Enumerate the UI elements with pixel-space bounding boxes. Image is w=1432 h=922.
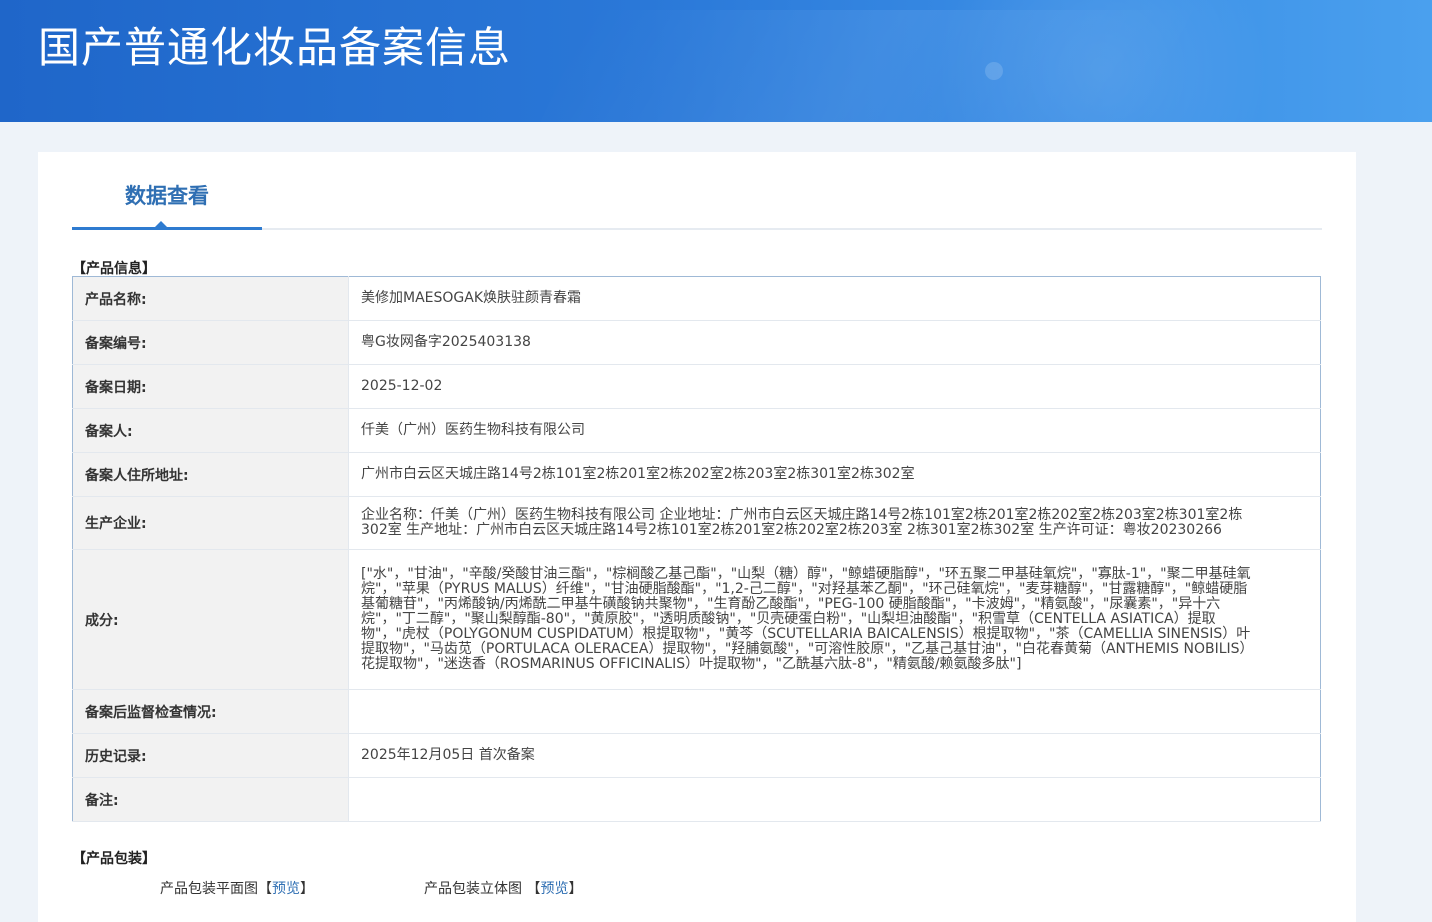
row-label: 成分:: [72, 549, 349, 690]
row-value-ingredients: ["水"，"甘油"，"辛酸/癸酸甘油三酯"，"棕榈酸乙基己酯"，"山梨（糖）醇"…: [348, 549, 1321, 690]
table-row: 备注:: [72, 777, 1321, 822]
row-label: 备案编号:: [72, 320, 349, 365]
product-info-section-title: 【产品信息】: [72, 261, 156, 277]
row-label: 备案日期:: [72, 364, 349, 409]
row-label: 备案人住所地址:: [72, 452, 349, 497]
row-label: 生产企业:: [72, 496, 349, 550]
flat-preview-link[interactable]: 预览: [272, 881, 300, 897]
tab-bar: 数据查看: [72, 152, 1322, 230]
header-banner: 国产普通化妆品备案信息: [0, 0, 1432, 122]
tab-caret-icon: [155, 221, 167, 227]
row-label: 备案后监督检查情况:: [72, 689, 349, 734]
tab-underline: [72, 227, 262, 230]
table-row: 备案日期: 2025-12-02: [72, 364, 1321, 409]
row-value-history: 2025年12月05日 首次备案: [348, 733, 1321, 778]
row-value-filer-address: 广州市白云区天城庄路14号2栋101室2栋201室2栋202室2栋203室2栋3…: [348, 452, 1321, 497]
table-row: 备案人: 仟美（广州）医药生物科技有限公司: [72, 408, 1321, 453]
page-title: 国产普通化妆品备案信息: [38, 23, 512, 72]
packaging-flat-item: 产品包装平面图【预览】: [160, 878, 314, 898]
banner-decoration: [527, 10, 1193, 122]
table-row: 备案人住所地址: 广州市白云区天城庄路14号2栋101室2栋201室2栋202室…: [72, 452, 1321, 497]
tab-label: 数据查看: [125, 184, 209, 208]
bracket-open: 【: [258, 881, 272, 897]
table-row: 生产企业: 企业名称：仟美（广州）医药生物科技有限公司 企业地址：广州市白云区天…: [72, 496, 1321, 550]
row-value-manufacturer: 企业名称：仟美（广州）医药生物科技有限公司 企业地址：广州市白云区天城庄路14号…: [348, 496, 1321, 550]
stereo-preview-link[interactable]: 预览: [540, 881, 568, 897]
row-label: 产品名称:: [72, 276, 349, 321]
table-row: 备案后监督检查情况:: [72, 689, 1321, 734]
row-value-filing-date: 2025-12-02: [348, 364, 1321, 409]
content-card: 数据查看 【产品信息】 产品名称: 美修加MAESOGAK焕肤驻颜青春霜 备案编…: [38, 152, 1356, 922]
packaging-stereo-item: 产品包装立体图 【预览】: [424, 878, 582, 898]
table-row: 备案编号: 粤G妆网备字2025403138: [72, 320, 1321, 365]
packaging-stereo-label: 产品包装立体图: [424, 881, 522, 897]
packaging-flat-label: 产品包装平面图: [160, 881, 258, 897]
table-row: 产品名称: 美修加MAESOGAK焕肤驻颜青春霜: [72, 276, 1321, 321]
packaging-section-title: 【产品包装】: [72, 851, 156, 867]
bracket-close: 】: [568, 881, 583, 897]
tab-data-view[interactable]: 数据查看: [72, 152, 262, 230]
row-value-product-name: 美修加MAESOGAK焕肤驻颜青春霜: [348, 276, 1321, 321]
row-value-filer: 仟美（广州）医药生物科技有限公司: [348, 408, 1321, 453]
row-value-inspection: [348, 689, 1321, 734]
row-value-filing-number: 粤G妆网备字2025403138: [348, 320, 1321, 365]
row-value-remarks: [348, 777, 1321, 822]
product-info-table: 产品名称: 美修加MAESOGAK焕肤驻颜青春霜 备案编号: 粤G妆网备字202…: [72, 276, 1321, 822]
table-row: 历史记录: 2025年12月05日 首次备案: [72, 733, 1321, 778]
bracket-open: 【: [526, 881, 541, 897]
row-label: 历史记录:: [72, 733, 349, 778]
banner-decoration: [985, 62, 1003, 80]
bracket-close: 】: [300, 881, 314, 897]
table-row: 成分: ["水"，"甘油"，"辛酸/癸酸甘油三酯"，"棕榈酸乙基己酯"，"山梨（…: [72, 549, 1321, 690]
row-label: 备案人:: [72, 408, 349, 453]
row-label: 备注:: [72, 777, 349, 822]
